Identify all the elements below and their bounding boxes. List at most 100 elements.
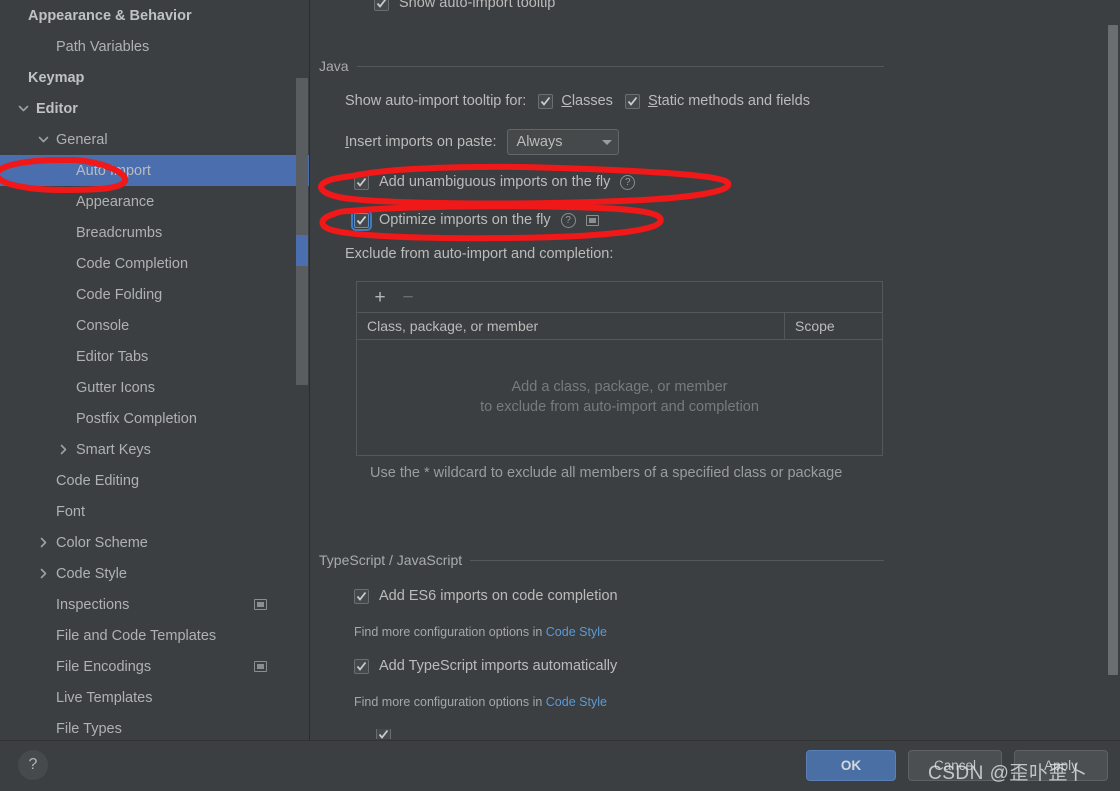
sidebar-item-label: Auto Import bbox=[76, 162, 151, 179]
exclude-table-toolbar: + − bbox=[357, 282, 882, 313]
insert-imports-row: Insert imports on paste: Always bbox=[345, 129, 619, 155]
help-button[interactable]: ? bbox=[18, 750, 48, 780]
sidebar-item-auto-import[interactable]: Auto Import bbox=[0, 155, 310, 186]
sidebar-item-code-style[interactable]: Code Style bbox=[0, 558, 310, 589]
settings-category-tree[interactable]: Appearance & Behavior Path Variables Keyma… bbox=[0, 0, 310, 740]
sidebar-item-file-types[interactable]: File Types bbox=[0, 713, 310, 740]
java-section-header: Java bbox=[319, 58, 884, 74]
chevron-down-icon[interactable] bbox=[16, 102, 30, 116]
column-header-scope[interactable]: Scope bbox=[785, 313, 882, 339]
sidebar-item-font[interactable]: Font bbox=[0, 496, 310, 527]
ok-button[interactable]: OK bbox=[806, 750, 896, 781]
cut-off-checkbox[interactable] bbox=[376, 729, 391, 739]
empty-state-line-1: Add a class, package, or member bbox=[511, 379, 728, 395]
show-auto-import-tooltip-row[interactable]: Show auto-import tooltip bbox=[374, 0, 555, 11]
sidebar-item-label: Postfix Completion bbox=[76, 410, 197, 427]
sidebar-item-postfix-completion[interactable]: Postfix Completion bbox=[0, 403, 310, 434]
add-exclusion-button[interactable]: + bbox=[369, 286, 391, 308]
sidebar-item-label: Font bbox=[56, 503, 86, 520]
sidebar-scrollbar-thumb[interactable] bbox=[296, 235, 308, 266]
settings-link-icon[interactable] bbox=[254, 661, 267, 672]
typescript-section-header: TypeScript / JavaScript bbox=[319, 552, 884, 568]
add-unambiguous-imports-checkbox[interactable] bbox=[354, 174, 369, 190]
add-typescript-imports-checkbox[interactable] bbox=[354, 658, 369, 674]
chevron-right-icon[interactable] bbox=[36, 536, 50, 550]
typescript-config-hint: Find more configuration options in Code … bbox=[354, 695, 607, 709]
sidebar-item-editor[interactable]: Editor bbox=[0, 93, 310, 124]
optimize-imports-checkbox[interactable] bbox=[351, 209, 372, 231]
chevron-down-icon bbox=[601, 139, 612, 145]
sidebar-item-gutter-icons[interactable]: Gutter Icons bbox=[0, 372, 310, 403]
sidebar-item-editor-tabs[interactable]: Editor Tabs bbox=[0, 341, 310, 372]
sidebar-item-label: File and Code Templates bbox=[56, 627, 217, 644]
sidebar-item-breadcrumbs[interactable]: Breadcrumbs bbox=[0, 217, 310, 248]
show-auto-import-tooltip-label: Show auto-import tooltip bbox=[399, 0, 556, 11]
sidebar-item-file-and-code-templates[interactable]: File and Code Templates bbox=[0, 620, 310, 651]
add-typescript-imports-row[interactable]: Add TypeScript imports automatically bbox=[354, 658, 617, 674]
sidebar-item-inspections[interactable]: Inspections bbox=[0, 589, 310, 620]
chevron-down-icon[interactable] bbox=[36, 133, 50, 147]
empty-state-line-2: to exclude from auto-import and completi… bbox=[480, 399, 759, 415]
sidebar-item-label: Code Style bbox=[56, 565, 127, 582]
sidebar-item-smart-keys[interactable]: Smart Keys bbox=[0, 434, 310, 465]
static-methods-checkbox[interactable] bbox=[624, 93, 640, 109]
sidebar-item-label: Inspections bbox=[56, 596, 130, 613]
add-es6-imports-row[interactable]: Add ES6 imports on code completion bbox=[354, 588, 618, 604]
sidebar-item-code-folding[interactable]: Code Folding bbox=[0, 279, 310, 310]
settings-link-icon[interactable] bbox=[254, 599, 267, 610]
exclude-label: Exclude from auto-import and completion: bbox=[345, 246, 614, 262]
add-es6-imports-checkbox[interactable] bbox=[354, 588, 369, 604]
sidebar-item-code-completion[interactable]: Code Completion bbox=[0, 248, 310, 279]
chevron-right-icon[interactable] bbox=[56, 443, 70, 457]
sidebar-item-label: Gutter Icons bbox=[76, 379, 155, 396]
wildcard-hint: Use the * wildcard to exclude all member… bbox=[370, 465, 843, 481]
cut-off-checkbox-row[interactable] bbox=[376, 729, 391, 739]
settings-detail-panel: Show auto-import tooltip Java Show auto-… bbox=[310, 0, 1120, 740]
help-circle-icon[interactable]: ? bbox=[560, 212, 576, 228]
add-es6-imports-label: Add ES6 imports on code completion bbox=[379, 588, 618, 604]
code-style-link[interactable]: Code Style bbox=[546, 695, 607, 709]
sidebar-item-label: Code Folding bbox=[76, 286, 163, 303]
sidebar-item-label: File Encodings bbox=[56, 658, 152, 675]
sidebar-item-path-variables[interactable]: Path Variables bbox=[0, 31, 310, 62]
sidebar-item-label: Editor bbox=[36, 100, 78, 117]
sidebar-item-label: Editor Tabs bbox=[76, 348, 149, 365]
sidebar-item-console[interactable]: Console bbox=[0, 310, 310, 341]
settings-dialog: Appearance & Behavior Path Variables Keyma… bbox=[0, 0, 1120, 791]
sidebar-item-appearance-behavior[interactable]: Appearance & Behavior bbox=[0, 0, 310, 31]
sidebar-item-label: Breadcrumbs bbox=[76, 224, 163, 241]
optimize-imports-row[interactable]: Optimize imports on the fly ? bbox=[351, 209, 599, 231]
main-panel-scrollbar[interactable] bbox=[1108, 25, 1118, 675]
chevron-right-icon[interactable] bbox=[36, 567, 50, 581]
sidebar-item-label: Code Editing bbox=[56, 472, 140, 489]
add-unambiguous-imports-row[interactable]: Add unambiguous imports on the fly ? bbox=[354, 174, 636, 190]
settings-link-icon[interactable] bbox=[585, 214, 599, 226]
tooltip-for-label: Show auto-import tooltip for: bbox=[345, 93, 527, 109]
exclude-table-empty-state: Add a class, package, or member to exclu… bbox=[357, 340, 882, 454]
exclude-table[interactable]: + − Class, package, or member Scope Add … bbox=[356, 281, 883, 456]
insert-imports-dropdown[interactable]: Always bbox=[506, 129, 619, 155]
remove-exclusion-button[interactable]: − bbox=[397, 286, 419, 308]
code-style-link[interactable]: Code Style bbox=[546, 625, 607, 639]
sidebar-item-code-editing[interactable]: Code Editing bbox=[0, 465, 310, 496]
sidebar-item-file-encodings[interactable]: File Encodings bbox=[0, 651, 310, 682]
sidebar-item-color-scheme[interactable]: Color Scheme bbox=[0, 527, 310, 558]
column-header-class[interactable]: Class, package, or member bbox=[357, 313, 785, 339]
sidebar-item-label: Appearance & Behavior bbox=[28, 7, 192, 24]
sidebar-item-label: Keymap bbox=[28, 69, 85, 86]
es6-config-hint: Find more configuration options in Code … bbox=[354, 625, 607, 639]
sidebar-item-appearance[interactable]: Appearance bbox=[0, 186, 310, 217]
add-unambiguous-imports-label: Add unambiguous imports on the fly bbox=[379, 174, 611, 190]
sidebar-item-general[interactable]: General bbox=[0, 124, 310, 155]
help-circle-icon[interactable]: ? bbox=[620, 174, 636, 190]
static-methods-label: Static methods and fields bbox=[647, 93, 810, 109]
classes-checkbox[interactable] bbox=[538, 93, 554, 109]
sidebar-scrollbar-track[interactable] bbox=[296, 78, 308, 385]
show-auto-import-tooltip-checkbox[interactable] bbox=[374, 0, 389, 11]
sidebar-scrollbar[interactable] bbox=[296, 0, 308, 740]
java-section-rule bbox=[356, 65, 884, 67]
sidebar-item-label: File Types bbox=[56, 720, 122, 737]
sidebar-item-keymap[interactable]: Keymap bbox=[0, 62, 310, 93]
sidebar-item-label: General bbox=[56, 131, 108, 148]
sidebar-item-live-templates[interactable]: Live Templates bbox=[0, 682, 310, 713]
